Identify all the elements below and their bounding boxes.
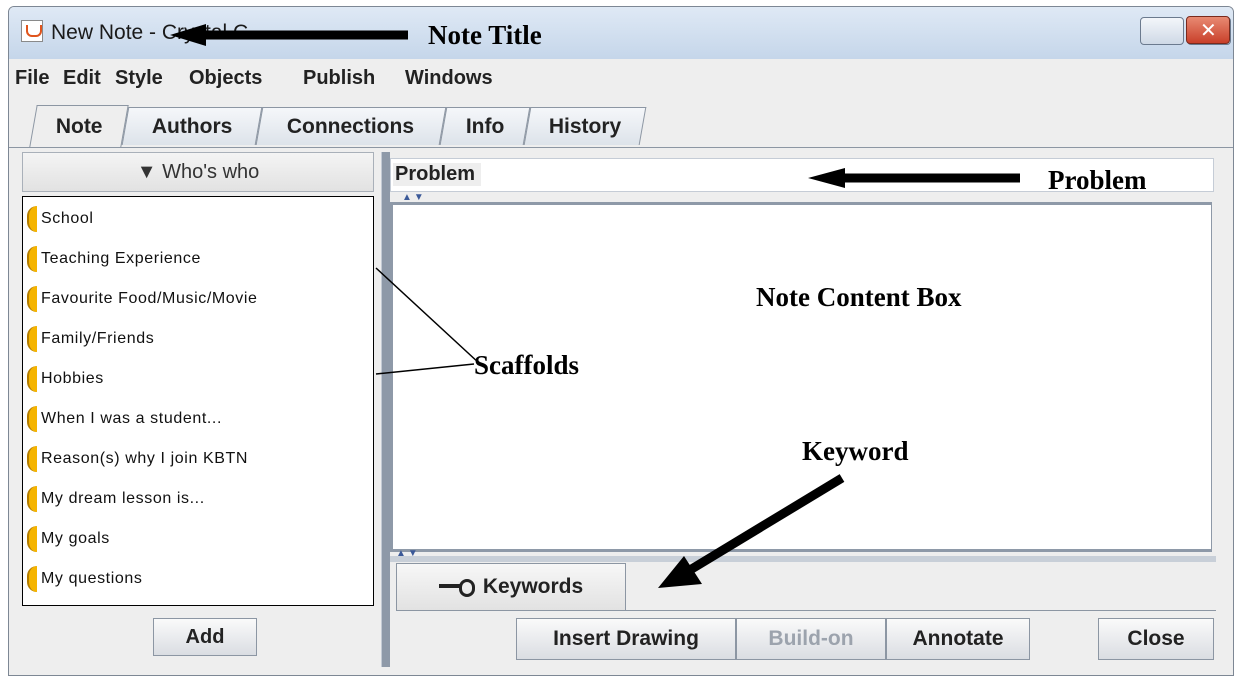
scaffold-bracket-icon [27,566,37,592]
java-app-icon [21,20,43,42]
annotation-keyword: Keyword [802,436,909,466]
scaffold-bracket-icon [27,406,37,432]
title-bar[interactable]: New Note - Crystal C. [9,7,1233,59]
menu-windows[interactable]: Windows [405,67,493,90]
tab-divider [9,147,1233,148]
menu-style[interactable]: Style [115,67,163,90]
scaffold-item[interactable]: Reason(s) why I join KBTN [23,441,363,477]
scaffold-bracket-icon [27,366,37,392]
problem-label: Problem [393,163,482,186]
content-splitter[interactable] [390,556,1216,562]
build-on-button: Build-on [736,618,886,660]
window-close-button[interactable]: ✕ [1186,16,1230,44]
annotation-problem: Problem [1048,165,1147,195]
panel-splitter[interactable] [382,152,390,667]
scaffold-bracket-icon [27,526,37,552]
tab-note[interactable]: Note [29,105,129,147]
tab-connections[interactable]: Connections [255,107,447,145]
scaffold-bracket-icon [27,246,37,272]
scaffold-panel: ▼ Who's who School Teaching Experience F… [22,152,374,660]
tab-strip: Note Authors Connections Info History [9,103,1233,147]
tab-info[interactable]: Info [439,107,531,145]
scaffold-bracket-icon [27,446,37,472]
scaffold-item[interactable]: Favourite Food/Music/Movie [23,281,363,317]
scaffold-item[interactable]: My goals [23,521,363,557]
menu-edit[interactable]: Edit [63,67,101,90]
annotate-button[interactable]: Annotate [886,618,1030,660]
who-is-who-dropdown[interactable]: ▼ Who's who [22,152,374,192]
menu-publish[interactable]: Publish [303,67,375,90]
keywords-tab[interactable]: Keywords [396,563,626,611]
key-icon [438,579,477,597]
scaffold-bracket-icon [27,206,37,232]
scaffold-list: School Teaching Experience Favourite Foo… [22,196,374,606]
scaffold-item[interactable]: Family/Friends [23,321,363,357]
minimize-button[interactable] [1140,17,1184,45]
scaffold-item[interactable]: Teaching Experience [23,241,363,277]
scaffold-item[interactable]: Hobbies [23,361,363,397]
tab-history[interactable]: History [523,107,647,145]
menu-objects[interactable]: Objects [189,67,262,90]
scaffold-item[interactable]: My dream lesson is... [23,481,363,517]
add-button[interactable]: Add [153,618,257,656]
annotation-content-box: Note Content Box [756,282,962,312]
note-editor: Problem ▲▼ ▲▼ Keywords Insert Drawing Bu… [390,152,1216,667]
close-x-icon: ✕ [1200,18,1217,42]
insert-drawing-button[interactable]: Insert Drawing [516,618,736,660]
scaffold-item[interactable]: My questions [23,561,363,597]
scaffold-item[interactable]: When I was a student... [23,401,363,437]
menu-file[interactable]: File [15,67,49,90]
annotation-note-title: Note Title [428,20,542,50]
keywords-divider [626,610,1216,611]
menu-bar: File Edit Style Objects Publish Windows [9,59,1233,97]
close-button[interactable]: Close [1098,618,1214,660]
annotation-scaffolds: Scaffolds [474,350,580,380]
scaffold-item[interactable]: School [23,201,363,237]
window-title: New Note - Crystal C. [51,21,255,44]
scaffold-bracket-icon [27,286,37,312]
scaffold-bracket-icon [27,486,37,512]
tab-authors[interactable]: Authors [121,107,263,145]
scaffold-bracket-icon [27,326,37,352]
